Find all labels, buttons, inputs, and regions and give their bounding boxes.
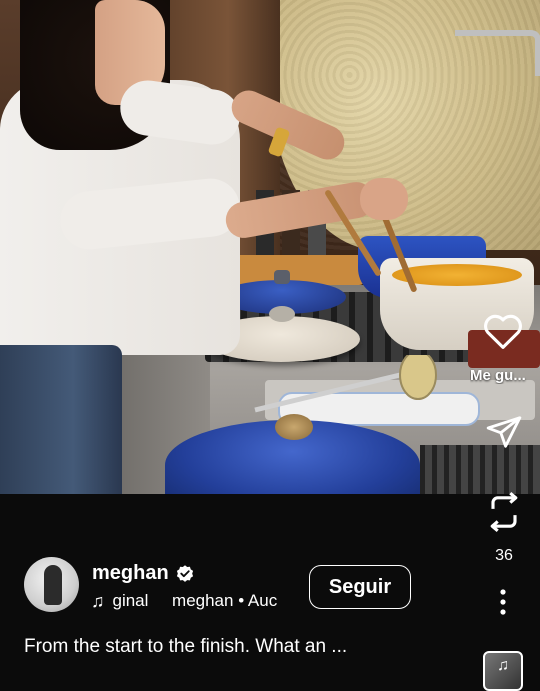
vertical-ellipsis-icon — [500, 589, 506, 615]
like-button[interactable] — [480, 308, 526, 354]
ladle — [254, 355, 437, 413]
repost-icon — [490, 491, 518, 533]
music-note-icon: ♫ — [497, 657, 509, 674]
audio-thumbnail[interactable]: ♫ — [483, 651, 523, 691]
username-row: meghan — [92, 562, 195, 585]
person-hand — [360, 178, 408, 220]
like-label: Me gu... — [470, 367, 526, 384]
heart-outline-icon — [484, 314, 522, 349]
caption[interactable]: From the start to the finish. What an ..… — [24, 636, 464, 658]
more-options-button[interactable] — [492, 586, 514, 618]
person-jeans — [0, 345, 122, 494]
verified-badge-icon — [176, 564, 193, 582]
repost-count: 36 — [495, 547, 513, 564]
follow-button[interactable]: Seguir — [309, 565, 411, 609]
repost-button[interactable] — [482, 488, 526, 536]
avatar[interactable] — [24, 557, 79, 612]
share-button[interactable] — [482, 410, 526, 454]
pot-filler-faucet — [455, 30, 540, 76]
music-note-icon: ♫ — [91, 591, 105, 611]
audio-track-text: ginal meghan • Auc — [112, 591, 278, 610]
reel-video[interactable] — [0, 0, 540, 494]
username[interactable]: meghan — [92, 562, 169, 585]
paper-plane-icon — [486, 416, 522, 448]
audio-track-row[interactable]: ♫ ginal meghan • Auc — [91, 591, 296, 611]
